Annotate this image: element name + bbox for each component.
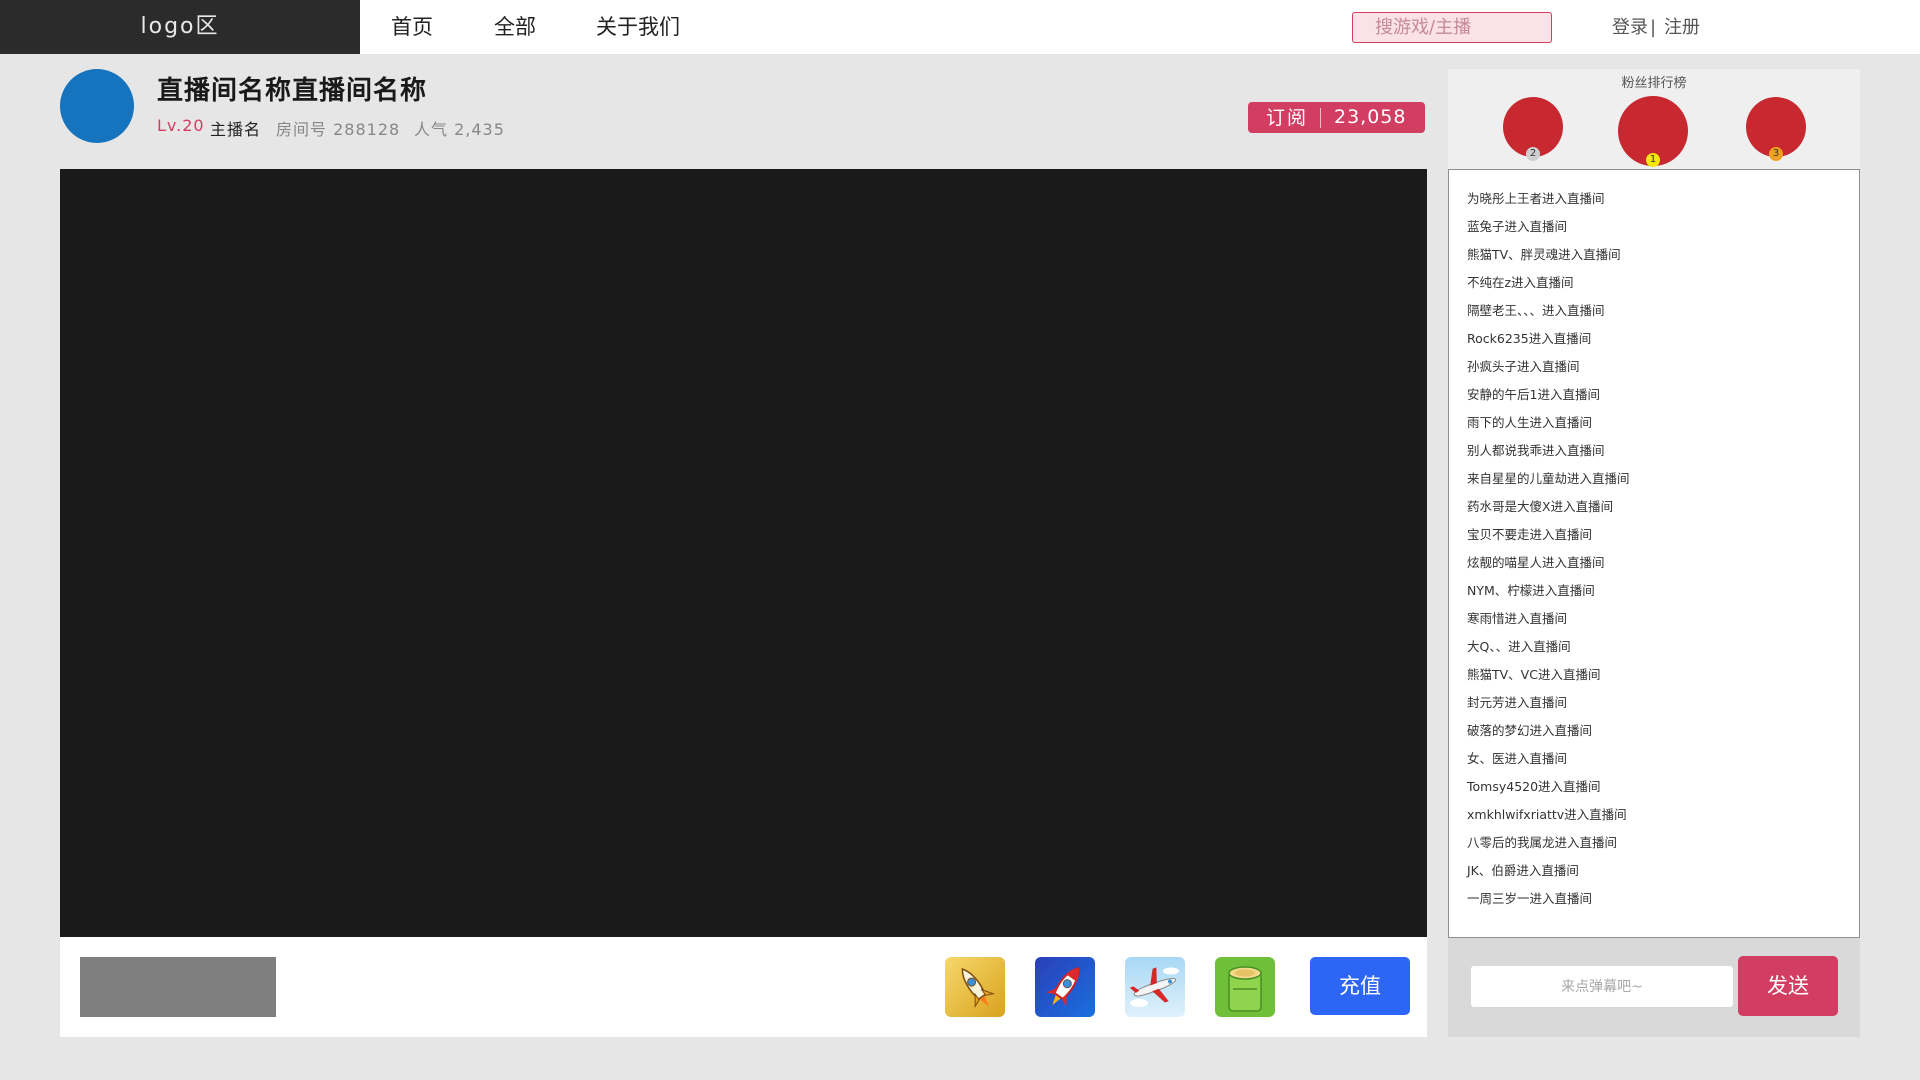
rocket-gold-icon[interactable] — [945, 957, 1005, 1017]
message-item: NYM、柠檬进入直播间 — [1467, 583, 1595, 598]
room-number: 房间号 288128 — [276, 116, 400, 140]
fan-avatar-rank-3[interactable]: 3 — [1746, 97, 1806, 161]
video-player[interactable] — [60, 169, 1427, 937]
login-link[interactable]: 登录 — [1612, 0, 1648, 54]
room-number-value: 288128 — [333, 120, 401, 139]
message-item: 女、医进入直播间 — [1467, 751, 1568, 766]
fan-ranking-title: 粉丝排行榜 — [1621, 76, 1687, 91]
search-input[interactable] — [1352, 12, 1552, 43]
message-item: 别人都说我乖进入直播间 — [1467, 443, 1605, 458]
rocket-blue-icon[interactable] — [1035, 957, 1095, 1017]
subscribe-count: 23,058 — [1334, 106, 1407, 128]
message-item: 隔壁老王、、、进入直播间 — [1467, 303, 1605, 318]
message-item: 孙疯头子进入直播间 — [1467, 359, 1580, 374]
rank-badge-1: 1 — [1646, 153, 1660, 167]
fan-avatar-rank-2[interactable]: 2 — [1503, 97, 1563, 161]
danmu-input[interactable] — [1471, 966, 1733, 1007]
room-title: 直播间名称直播间名称 — [157, 76, 428, 106]
top-navbar: logo区 首页 全部 关于我们 登录 | 注册 — [0, 0, 1920, 54]
bamboo-icon[interactable] — [1215, 957, 1275, 1017]
message-item: 封元芳进入直播间 — [1467, 695, 1568, 710]
message-item: 熊猫TV、VC进入直播间 — [1467, 667, 1601, 682]
airplane-icon[interactable] — [1125, 957, 1185, 1017]
message-item: 熊猫TV、胖灵魂进入直播间 — [1467, 247, 1621, 262]
room-number-label: 房间号 — [276, 120, 328, 139]
thumbnail-placeholder — [80, 957, 276, 1017]
rank-badge-3: 3 — [1769, 147, 1783, 161]
message-item: xmkhlwifxriattv进入直播间 — [1467, 807, 1627, 822]
nav-all[interactable]: 全部 — [494, 0, 536, 54]
message-item: 来自星星的儿童劫进入直播间 — [1467, 471, 1630, 486]
popularity: 人气 2,435 — [414, 116, 505, 140]
recharge-button[interactable]: 充值 — [1310, 957, 1410, 1015]
subscribe-button[interactable]: 订阅 23,058 — [1248, 102, 1425, 133]
nav-home[interactable]: 首页 — [391, 0, 433, 54]
send-button[interactable]: 发送 — [1738, 956, 1838, 1016]
message-item: 不纯在z进入直播间 — [1467, 275, 1574, 290]
message-item: Tomsy4520进入直播间 — [1467, 779, 1601, 794]
message-item: 宝贝不要走进入直播间 — [1467, 527, 1593, 542]
message-item: 一周三岁一进入直播间 — [1467, 891, 1593, 906]
message-item: 安静的午后1进入直播间 — [1467, 387, 1600, 402]
anchor-avatar[interactable] — [60, 69, 134, 143]
message-item: Rock6235进入直播间 — [1467, 331, 1592, 346]
message-item: 蓝兔子进入直播间 — [1467, 219, 1568, 234]
message-item: 雨下的人生进入直播间 — [1467, 415, 1593, 430]
rank-badge-2: 2 — [1526, 147, 1540, 161]
message-item: 破落的梦幻进入直播间 — [1467, 723, 1593, 738]
popularity-label: 人气 — [414, 120, 449, 139]
anchor-name[interactable]: 主播名 — [210, 116, 261, 140]
message-item: 寒雨惜进入直播间 — [1467, 611, 1568, 626]
gift-bar: 充值 — [60, 937, 1427, 1037]
register-link[interactable]: 注册 — [1664, 0, 1700, 54]
message-item: JK、伯爵进入直播间 — [1467, 863, 1579, 878]
message-item: 八零后的我属龙进入直播间 — [1467, 835, 1618, 850]
auth-separator: | — [1650, 17, 1657, 38]
message-item: 为晓彤上王者进入直播间 — [1467, 191, 1605, 206]
subscribe-label: 订阅 — [1266, 107, 1309, 129]
message-item: 炫靓的喵星人进入直播间 — [1467, 555, 1605, 570]
message-item: 药水哥是大傻X进入直播间 — [1467, 499, 1614, 514]
subscribe-divider — [1320, 108, 1321, 128]
anchor-level: Lv.20 — [157, 116, 205, 135]
fan-ranking: 粉丝排行榜 2 1 3 — [1448, 69, 1860, 169]
logo[interactable]: logo区 — [0, 0, 360, 54]
nav-about[interactable]: 关于我们 — [596, 0, 680, 54]
fan-avatar-rank-1[interactable]: 1 — [1618, 96, 1688, 167]
chat-bar: 发送 — [1448, 938, 1860, 1037]
popularity-value: 2,435 — [454, 120, 505, 139]
message-item: 大Q、、进入直播间 — [1467, 639, 1571, 654]
message-list[interactable]: 为晓彤上王者进入直播间 蓝兔子进入直播间熊猫TV、胖灵魂进入直播间 不纯在z进入直播… — [1448, 169, 1860, 938]
